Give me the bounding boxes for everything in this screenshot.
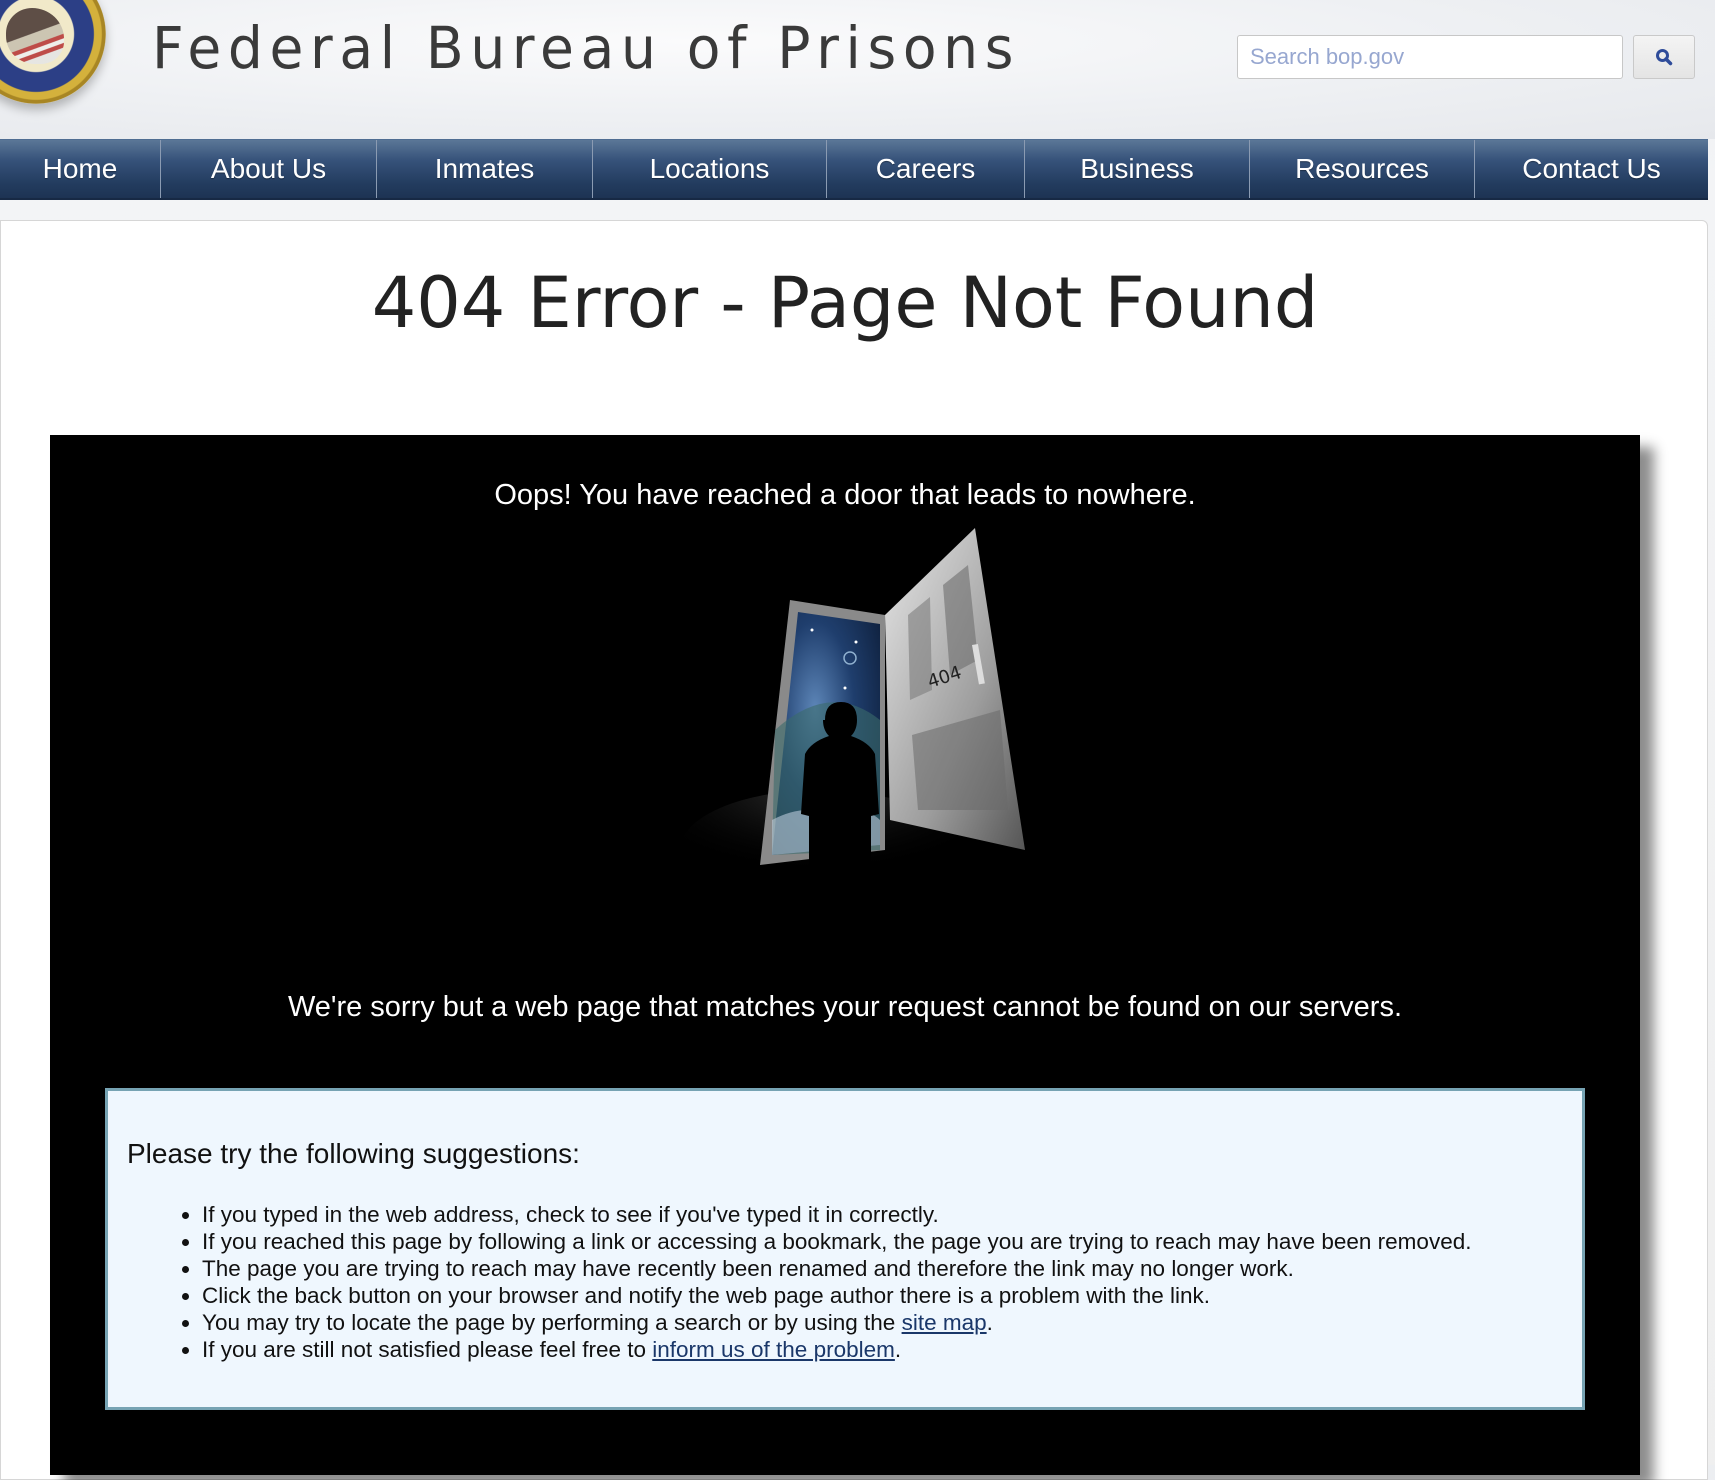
oops-message: Oops! You have reached a door that leads…	[494, 479, 1196, 511]
suggestion-item: The page you are trying to reach may hav…	[202, 1255, 1471, 1282]
suggestions-list: If you typed in the web address, check t…	[178, 1201, 1471, 1363]
search-input[interactable]	[1237, 35, 1623, 79]
door-illustration: 404	[680, 528, 1025, 910]
suggestion-item: If you are still not satisfied please fe…	[202, 1336, 1471, 1363]
nav-about-us[interactable]: About Us	[161, 140, 377, 198]
suggestion-item: If you typed in the web address, check t…	[202, 1201, 1471, 1228]
nav-business[interactable]: Business	[1025, 140, 1250, 198]
search-icon	[1656, 49, 1673, 66]
nav-resources[interactable]: Resources	[1250, 140, 1475, 198]
inform-us-link[interactable]: inform us of the problem	[652, 1337, 895, 1362]
suggestions-box: Please try the following suggestions: If…	[105, 1088, 1585, 1410]
site-map-link[interactable]: site map	[902, 1310, 987, 1335]
nav-locations[interactable]: Locations	[593, 140, 827, 198]
nav-inmates[interactable]: Inmates	[377, 140, 593, 198]
page-title: 404 Error - Page Not Found	[371, 262, 1319, 344]
main-nav: Home About Us Inmates Locations Careers …	[0, 139, 1708, 200]
bop-seal-logo[interactable]	[0, 0, 106, 104]
suggestions-heading: Please try the following suggestions:	[127, 1138, 580, 1169]
eagle-emblem	[6, 8, 64, 64]
site-header: Federal Bureau of Prisons	[0, 0, 1715, 139]
sorry-message: We're sorry but a web page that matches …	[287, 991, 1403, 1023]
nav-contact-us[interactable]: Contact Us	[1475, 140, 1708, 198]
nav-home[interactable]: Home	[0, 140, 161, 198]
search-button[interactable]	[1633, 35, 1695, 79]
nav-careers[interactable]: Careers	[827, 140, 1025, 198]
suggestion-item: You may try to locate the page by perfor…	[202, 1309, 1471, 1336]
suggestion-item: If you reached this page by following a …	[202, 1228, 1471, 1255]
error-panel: Oops! You have reached a door that leads…	[50, 435, 1640, 1475]
site-title[interactable]: Federal Bureau of Prisons	[152, 14, 1020, 82]
suggestion-item: Click the back button on your browser an…	[202, 1282, 1471, 1309]
